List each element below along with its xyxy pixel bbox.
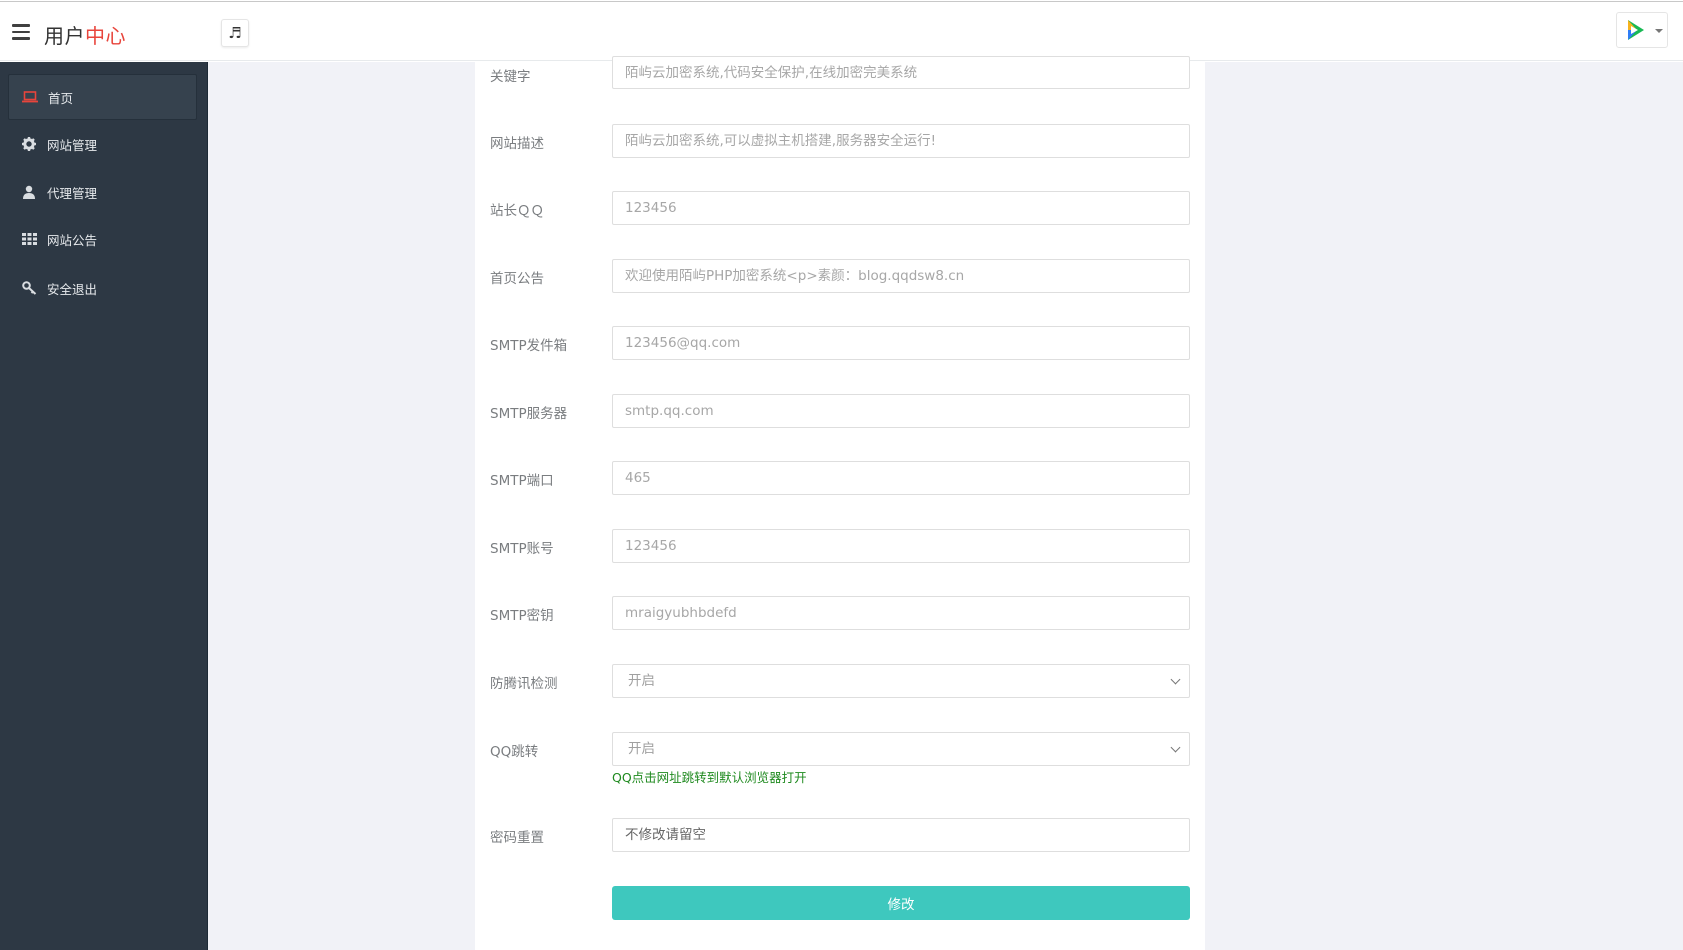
grid-icon (18, 233, 40, 245)
anti-tencent-select[interactable]: 开启 (612, 664, 1190, 698)
music-note-glyph: ♬ (228, 24, 242, 42)
anti-tencent-label: 防腾讯检测 (490, 676, 558, 692)
smtp-sender-input[interactable] (612, 326, 1190, 360)
qq-jump-select[interactable]: 开启 (612, 732, 1190, 766)
smtp-port-input[interactable] (612, 461, 1190, 495)
menu-toggle-icon[interactable] (12, 24, 30, 40)
password-reset-input[interactable] (612, 818, 1190, 852)
top-navbar: 用户中心 ♬ (0, 1, 1683, 61)
sidebar-item-home[interactable]: 首页 (8, 74, 197, 120)
tencent-video-logo-icon (1628, 20, 1644, 40)
smtp-account-label: SMTP账号 (490, 541, 554, 557)
sidebar-item-label: 安全退出 (47, 281, 98, 297)
sidebar: 首页 网站管理 代理管理 网站公告 安全退出 (0, 62, 208, 950)
qq-jump-label: QQ跳转 (490, 744, 539, 760)
laptop-icon (19, 91, 41, 103)
sidebar-item-site-management[interactable]: 网站管理 (8, 121, 197, 167)
key-icon (18, 281, 40, 295)
user-icon (18, 185, 40, 199)
gear-icon (18, 137, 40, 151)
smtp-key-label: SMTP密钥 (490, 608, 554, 624)
submit-button[interactable]: 修改 (612, 886, 1190, 920)
sidebar-item-label: 首页 (48, 90, 74, 106)
sidebar-item-label: 网站公告 (47, 232, 98, 248)
user-dropdown[interactable] (1616, 12, 1668, 48)
notice-input[interactable] (612, 259, 1190, 293)
qq-input[interactable] (612, 191, 1190, 225)
description-label: 网站描述 (490, 136, 544, 152)
smtp-sender-label: SMTP发件箱 (490, 338, 568, 354)
music-icon[interactable]: ♬ (221, 19, 249, 47)
qq-label: 站长ＱＱ (490, 203, 544, 219)
qq-jump-hint: QQ点击网址跳转到默认浏览器打开 (612, 770, 807, 785)
keywords-label: 关键字 (490, 69, 531, 85)
sidebar-item-label: 网站管理 (47, 137, 98, 153)
brand-title: 用户中心 (44, 20, 126, 49)
smtp-server-label: SMTP服务器 (490, 406, 568, 422)
sidebar-item-label: 代理管理 (47, 185, 98, 201)
notice-label: 首页公告 (490, 271, 544, 287)
brand-accent: 中心 (85, 24, 126, 48)
keywords-input[interactable] (612, 56, 1190, 89)
smtp-key-input[interactable] (612, 596, 1190, 630)
smtp-server-input[interactable] (612, 394, 1190, 428)
smtp-port-label: SMTP端口 (490, 473, 554, 489)
smtp-account-input[interactable] (612, 529, 1190, 563)
description-input[interactable] (612, 124, 1190, 158)
brand-prefix: 用户 (44, 24, 85, 48)
password-reset-label: 密码重置 (490, 830, 544, 846)
sidebar-item-logout[interactable]: 安全退出 (8, 265, 197, 311)
sidebar-item-agent-management[interactable]: 代理管理 (8, 169, 197, 215)
chevron-down-icon (1655, 29, 1663, 33)
sidebar-item-site-notice[interactable]: 网站公告 (8, 216, 197, 262)
